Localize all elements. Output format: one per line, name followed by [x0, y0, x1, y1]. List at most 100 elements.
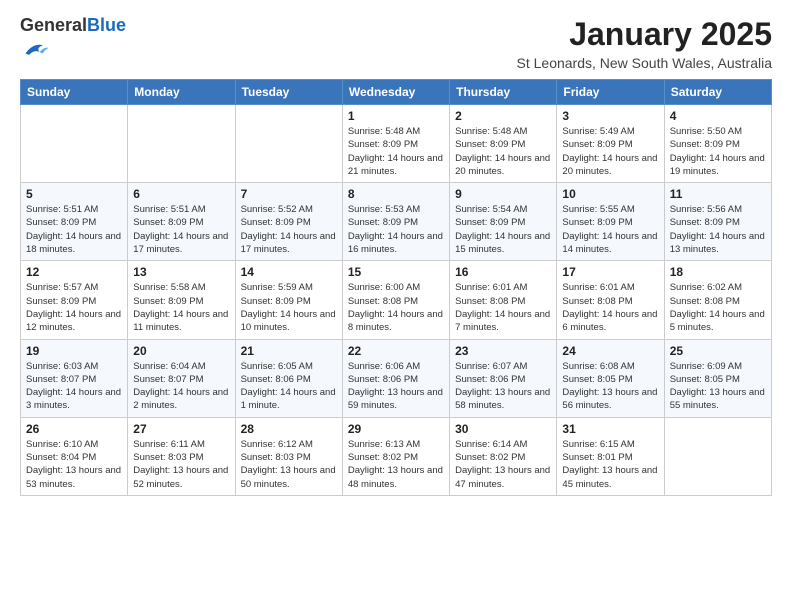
- day-info: Sunrise: 6:05 AM Sunset: 8:06 PM Dayligh…: [241, 360, 337, 413]
- calendar-cell: [664, 417, 771, 495]
- calendar-cell: 21 Sunrise: 6:05 AM Sunset: 8:06 PM Dayli…: [235, 339, 342, 417]
- calendar-cell: 22 Sunrise: 6:06 AM Sunset: 8:06 PM Dayli…: [342, 339, 449, 417]
- day-number: 16: [455, 265, 551, 279]
- day-number: 17: [562, 265, 658, 279]
- day-number: 1: [348, 109, 444, 123]
- day-number: 10: [562, 187, 658, 201]
- calendar-cell: 9 Sunrise: 5:54 AM Sunset: 8:09 PM Daylig…: [450, 183, 557, 261]
- calendar-cell: 11 Sunrise: 5:56 AM Sunset: 8:09 PM Dayli…: [664, 183, 771, 261]
- weekday-header-wednesday: Wednesday: [342, 80, 449, 105]
- calendar-cell: 4Sunrise: 5:50 AM Sunset: 8:09 PM Daylig…: [664, 105, 771, 183]
- calendar-cell: [235, 105, 342, 183]
- day-info: Sunrise: 6:03 AM Sunset: 8:07 PM Dayligh…: [26, 360, 122, 413]
- day-info: Sunrise: 6:12 AM Sunset: 8:03 PM Dayligh…: [241, 438, 337, 491]
- calendar-cell: 16Sunrise: 6:01 AM Sunset: 8:08 PM Dayli…: [450, 261, 557, 339]
- logo-blue-text: Blue: [87, 15, 126, 35]
- day-info: Sunrise: 5:58 AM Sunset: 8:09 PM Dayligh…: [133, 281, 229, 334]
- weekday-header-thursday: Thursday: [450, 80, 557, 105]
- calendar-cell: 20Sunrise: 6:04 AM Sunset: 8:07 PM Dayli…: [128, 339, 235, 417]
- calendar-week-row: 5 Sunrise: 5:51 AM Sunset: 8:09 PM Daylig…: [21, 183, 772, 261]
- day-info: Sunrise: 6:01 AM Sunset: 8:08 PM Dayligh…: [562, 281, 658, 334]
- calendar-week-row: 26Sunrise: 6:10 AM Sunset: 8:04 PM Dayli…: [21, 417, 772, 495]
- calendar-cell: 2 Sunrise: 5:48 AM Sunset: 8:09 PM Daylig…: [450, 105, 557, 183]
- calendar-cell: 30 Sunrise: 6:14 AM Sunset: 8:02 PM Dayli…: [450, 417, 557, 495]
- day-number: 30: [455, 422, 551, 436]
- day-info: Sunrise: 6:15 AM Sunset: 8:01 PM Dayligh…: [562, 438, 658, 491]
- day-info: Sunrise: 6:09 AM Sunset: 8:05 PM Dayligh…: [670, 360, 766, 413]
- day-info: Sunrise: 5:55 AM Sunset: 8:09 PM Dayligh…: [562, 203, 658, 256]
- calendar-cell: [128, 105, 235, 183]
- calendar-cell: 3 Sunrise: 5:49 AM Sunset: 8:09 PM Daylig…: [557, 105, 664, 183]
- calendar-cell: 6Sunrise: 5:51 AM Sunset: 8:09 PM Daylig…: [128, 183, 235, 261]
- day-info: Sunrise: 5:48 AM Sunset: 8:09 PM Dayligh…: [348, 125, 444, 178]
- day-number: 4: [670, 109, 766, 123]
- day-number: 23: [455, 344, 551, 358]
- day-number: 22: [348, 344, 444, 358]
- title-block: January 2025 St Leonards, New South Wale…: [517, 16, 773, 71]
- calendar-cell: 1 Sunrise: 5:48 AM Sunset: 8:09 PM Daylig…: [342, 105, 449, 183]
- calendar-week-row: 1 Sunrise: 5:48 AM Sunset: 8:09 PM Daylig…: [21, 105, 772, 183]
- calendar-cell: 5 Sunrise: 5:51 AM Sunset: 8:09 PM Daylig…: [21, 183, 128, 261]
- calendar-cell: 18 Sunrise: 6:02 AM Sunset: 8:08 PM Dayli…: [664, 261, 771, 339]
- day-number: 7: [241, 187, 337, 201]
- day-number: 31: [562, 422, 658, 436]
- day-number: 8: [348, 187, 444, 201]
- calendar-cell: 23 Sunrise: 6:07 AM Sunset: 8:06 PM Dayli…: [450, 339, 557, 417]
- calendar-cell: 28 Sunrise: 6:12 AM Sunset: 8:03 PM Dayli…: [235, 417, 342, 495]
- calendar-cell: 19 Sunrise: 6:03 AM Sunset: 8:07 PM Dayli…: [21, 339, 128, 417]
- day-number: 28: [241, 422, 337, 436]
- day-number: 27: [133, 422, 229, 436]
- calendar-cell: 25 Sunrise: 6:09 AM Sunset: 8:05 PM Dayli…: [664, 339, 771, 417]
- day-number: 14: [241, 265, 337, 279]
- day-info: Sunrise: 5:54 AM Sunset: 8:09 PM Dayligh…: [455, 203, 551, 256]
- day-info: Sunrise: 6:14 AM Sunset: 8:02 PM Dayligh…: [455, 438, 551, 491]
- day-info: Sunrise: 5:53 AM Sunset: 8:09 PM Dayligh…: [348, 203, 444, 256]
- calendar-cell: 17 Sunrise: 6:01 AM Sunset: 8:08 PM Dayli…: [557, 261, 664, 339]
- day-number: 21: [241, 344, 337, 358]
- day-info: Sunrise: 5:52 AM Sunset: 8:09 PM Dayligh…: [241, 203, 337, 256]
- logo-general-text: General: [20, 15, 87, 35]
- day-number: 24: [562, 344, 658, 358]
- weekday-header-friday: Friday: [557, 80, 664, 105]
- day-number: 3: [562, 109, 658, 123]
- day-info: Sunrise: 5:48 AM Sunset: 8:09 PM Dayligh…: [455, 125, 551, 178]
- day-number: 5: [26, 187, 122, 201]
- day-info: Sunrise: 6:02 AM Sunset: 8:08 PM Dayligh…: [670, 281, 766, 334]
- day-info: Sunrise: 5:49 AM Sunset: 8:09 PM Dayligh…: [562, 125, 658, 178]
- calendar-cell: 13 Sunrise: 5:58 AM Sunset: 8:09 PM Dayli…: [128, 261, 235, 339]
- weekday-header-sunday: Sunday: [21, 80, 128, 105]
- day-number: 12: [26, 265, 122, 279]
- day-info: Sunrise: 5:57 AM Sunset: 8:09 PM Dayligh…: [26, 281, 122, 334]
- day-info: Sunrise: 6:06 AM Sunset: 8:06 PM Dayligh…: [348, 360, 444, 413]
- day-number: 13: [133, 265, 229, 279]
- calendar-cell: 31 Sunrise: 6:15 AM Sunset: 8:01 PM Dayli…: [557, 417, 664, 495]
- day-number: 19: [26, 344, 122, 358]
- day-info: Sunrise: 5:59 AM Sunset: 8:09 PM Dayligh…: [241, 281, 337, 334]
- logo-bird-icon: [22, 36, 50, 64]
- day-info: Sunrise: 6:13 AM Sunset: 8:02 PM Dayligh…: [348, 438, 444, 491]
- calendar-cell: 7 Sunrise: 5:52 AM Sunset: 8:09 PM Daylig…: [235, 183, 342, 261]
- day-number: 25: [670, 344, 766, 358]
- month-title: January 2025: [517, 16, 773, 53]
- day-info: Sunrise: 5:51 AM Sunset: 8:09 PM Dayligh…: [26, 203, 122, 256]
- calendar-cell: 15Sunrise: 6:00 AM Sunset: 8:08 PM Dayli…: [342, 261, 449, 339]
- calendar-cell: 10 Sunrise: 5:55 AM Sunset: 8:09 PM Dayli…: [557, 183, 664, 261]
- day-number: 9: [455, 187, 551, 201]
- calendar-header-row: SundayMondayTuesdayWednesdayThursdayFrid…: [21, 80, 772, 105]
- day-number: 11: [670, 187, 766, 201]
- calendar-cell: 24Sunrise: 6:08 AM Sunset: 8:05 PM Dayli…: [557, 339, 664, 417]
- day-info: Sunrise: 5:51 AM Sunset: 8:09 PM Dayligh…: [133, 203, 229, 256]
- day-number: 15: [348, 265, 444, 279]
- calendar-cell: 26Sunrise: 6:10 AM Sunset: 8:04 PM Dayli…: [21, 417, 128, 495]
- day-info: Sunrise: 5:56 AM Sunset: 8:09 PM Dayligh…: [670, 203, 766, 256]
- calendar-cell: 27Sunrise: 6:11 AM Sunset: 8:03 PM Dayli…: [128, 417, 235, 495]
- day-number: 26: [26, 422, 122, 436]
- day-info: Sunrise: 6:07 AM Sunset: 8:06 PM Dayligh…: [455, 360, 551, 413]
- calendar-week-row: 19 Sunrise: 6:03 AM Sunset: 8:07 PM Dayli…: [21, 339, 772, 417]
- calendar-cell: 14 Sunrise: 5:59 AM Sunset: 8:09 PM Dayli…: [235, 261, 342, 339]
- calendar-cell: 12 Sunrise: 5:57 AM Sunset: 8:09 PM Dayli…: [21, 261, 128, 339]
- day-number: 18: [670, 265, 766, 279]
- weekday-header-saturday: Saturday: [664, 80, 771, 105]
- day-number: 2: [455, 109, 551, 123]
- day-number: 20: [133, 344, 229, 358]
